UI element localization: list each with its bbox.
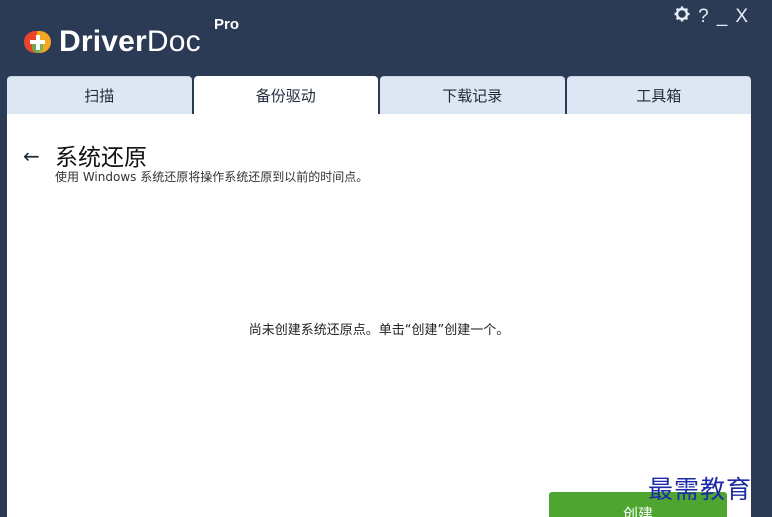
content-panel: ← 系统还原 使用 Windows 系统还原将操作系统还原到以前的时间点。 尚未… [7, 114, 751, 517]
app-name: DriverDoc [59, 25, 201, 58]
logo-plus-icon [24, 31, 51, 53]
close-button[interactable]: X [735, 6, 748, 28]
app-window: DriverDoc Pro ? _ X 扫描 备份驱动 下载记录 工具箱 ← 系… [0, 0, 772, 517]
tab-scan[interactable]: 扫描 [7, 76, 192, 114]
page-subtitle: 使用 Windows 系统还原将操作系统还原到以前的时间点。 [55, 170, 369, 184]
back-arrow-icon[interactable]: ← [23, 144, 40, 168]
minimize-button[interactable]: _ [717, 6, 728, 28]
window-controls: ? _ X [674, 6, 748, 28]
app-edition: Pro [214, 16, 240, 33]
app-logo: DriverDoc Pro [24, 16, 239, 62]
tab-download-history[interactable]: 下载记录 [380, 76, 565, 114]
page-title: 系统还原 [55, 145, 147, 171]
help-button[interactable]: ? [698, 6, 709, 28]
main-tabs: 扫描 备份驱动 下载记录 工具箱 [7, 76, 751, 114]
empty-state-message: 尚未创建系统还原点。单击“创建”创建一个。 [248, 323, 510, 338]
tab-backup-drivers[interactable]: 备份驱动 [193, 76, 378, 114]
watermark: 最需教育 [648, 475, 753, 504]
gear-icon[interactable] [674, 6, 690, 28]
tab-toolbox[interactable]: 工具箱 [566, 76, 751, 114]
